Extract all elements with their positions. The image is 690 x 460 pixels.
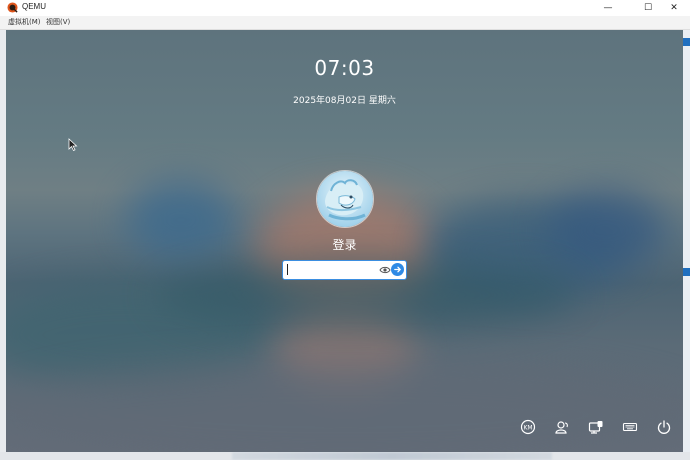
login-submit-button[interactable] xyxy=(391,263,404,276)
password-field[interactable] xyxy=(282,260,407,280)
keyboard-layout-icon: KM xyxy=(520,419,536,435)
lock-clock: 07:03 xyxy=(314,56,375,80)
minimize-button[interactable]: — xyxy=(598,1,618,15)
avatar[interactable] xyxy=(316,170,374,228)
window-title: QEMU xyxy=(22,2,46,11)
eye-icon[interactable] xyxy=(379,264,391,276)
maximize-button[interactable]: ☐ xyxy=(638,1,658,15)
network-button[interactable] xyxy=(588,419,604,435)
network-icon xyxy=(588,421,603,434)
host-strip xyxy=(683,38,690,46)
lock-date: 2025年08月02日 星期六 xyxy=(293,96,396,106)
dragon-avatar-image xyxy=(317,171,373,227)
menu-item-machine[interactable]: 虚拟机(M) xyxy=(8,17,41,27)
host-desktop-right xyxy=(683,0,690,460)
arrow-right-icon xyxy=(394,266,402,273)
maximize-icon: ☐ xyxy=(643,3,653,13)
power-icon xyxy=(657,420,671,434)
qemu-app-icon xyxy=(7,2,18,13)
menu-bar: 虚拟机(M) 视图(V) xyxy=(0,16,690,30)
window-titlebar[interactable]: QEMU — ☐ ✕ xyxy=(0,0,690,17)
power-button[interactable] xyxy=(656,419,672,435)
menu-item-view[interactable]: 视图(V) xyxy=(46,17,70,27)
wallpaper-blur xyxy=(546,190,666,270)
virtual-keyboard-button[interactable] xyxy=(622,419,638,435)
host-strip xyxy=(683,268,690,276)
username-label: 登录 xyxy=(332,238,357,252)
keyboard-layout-button[interactable]: KM xyxy=(520,419,536,435)
minimize-icon: — xyxy=(603,3,613,13)
text-caret xyxy=(287,264,288,275)
wallpaper-blur xyxy=(6,360,683,452)
virtual-keyboard-icon xyxy=(622,422,638,432)
close-icon: ✕ xyxy=(670,3,678,13)
host-taskbar-text xyxy=(0,452,690,460)
svg-text:KM: KM xyxy=(523,425,532,432)
password-input[interactable] xyxy=(287,263,377,277)
guest-lock-screen[interactable]: 07:03 2025年08月02日 星期六 登录 KM xyxy=(6,30,683,452)
switch-user-button[interactable] xyxy=(554,419,570,435)
mouse-cursor-icon xyxy=(68,138,78,152)
switch-user-icon xyxy=(555,421,568,434)
close-button[interactable]: ✕ xyxy=(664,1,684,15)
